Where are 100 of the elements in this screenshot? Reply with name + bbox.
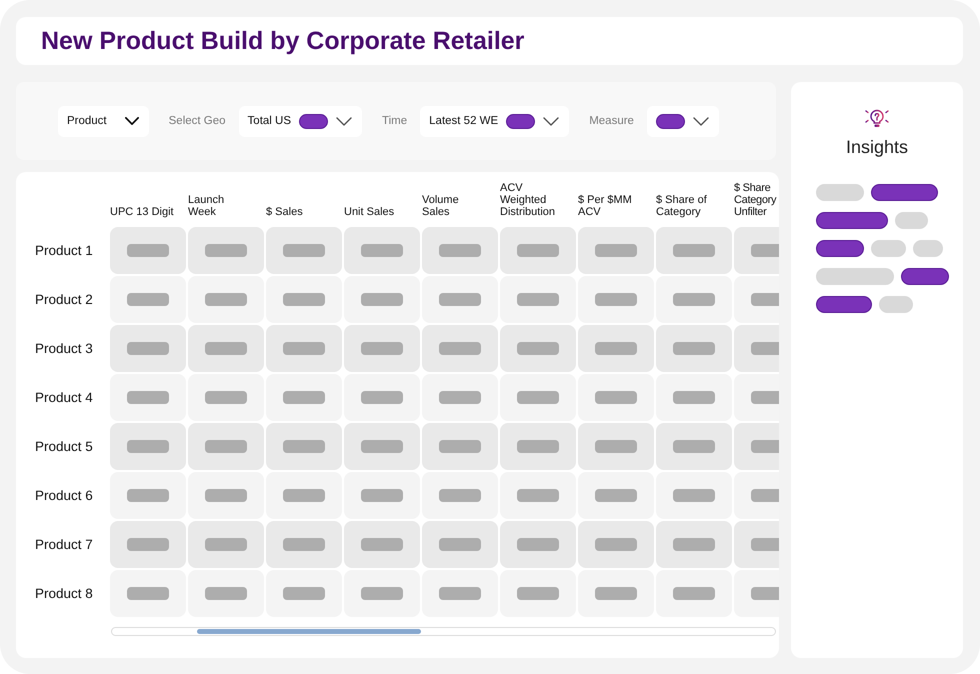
value-placeholder	[205, 440, 247, 453]
row-label: Product 5	[35, 439, 93, 454]
value-placeholder	[361, 489, 403, 502]
value-placeholder	[751, 489, 779, 502]
value-placeholder	[595, 538, 637, 551]
value-placeholder	[439, 440, 481, 453]
text-placeholder	[816, 240, 864, 257]
value-placeholder	[517, 293, 559, 306]
value-placeholder	[439, 587, 481, 600]
value-placeholder	[127, 538, 169, 551]
chevron-down-icon	[543, 116, 560, 126]
filter-label: Measure	[589, 115, 634, 127]
value-placeholder	[127, 293, 169, 306]
value-placeholder	[439, 293, 481, 306]
filter-label: Time	[382, 115, 408, 127]
lightbulb-icon	[865, 109, 889, 128]
scrollbar-track[interactable]	[111, 627, 776, 636]
text-placeholder	[901, 268, 949, 285]
text-placeholder	[871, 240, 906, 257]
column-header: Volume Sales	[422, 194, 459, 218]
value-placeholder	[361, 342, 403, 355]
filter-label: Select Geo	[168, 115, 226, 127]
value-placeholder	[361, 293, 403, 306]
column-header: Unit Sales	[344, 206, 394, 218]
value-placeholder	[127, 440, 169, 453]
filter-dropdown[interactable]: Total US	[238, 106, 362, 136]
value-placeholder	[439, 342, 481, 355]
column-header: $ Share of Category	[656, 194, 707, 218]
value-placeholder	[361, 244, 403, 257]
value-placeholder	[595, 440, 637, 453]
column-header: ACV Weighted Distribution	[500, 182, 556, 218]
value-placeholder	[517, 489, 559, 502]
filter-dropdown[interactable]: Product	[58, 106, 149, 136]
value-placeholder	[205, 293, 247, 306]
value-placeholder	[517, 244, 559, 257]
text-placeholder	[895, 212, 928, 229]
filter-dropdown[interactable]: Latest 52 WE	[420, 106, 570, 136]
value-placeholder	[595, 293, 637, 306]
value-placeholder	[673, 293, 715, 306]
chevron-down-icon	[124, 117, 139, 125]
value-placeholder	[283, 440, 325, 453]
text-placeholder	[816, 212, 888, 229]
value-placeholder	[751, 244, 779, 257]
value-placeholder	[751, 587, 779, 600]
value-placeholder	[283, 244, 325, 257]
value-placeholder	[517, 342, 559, 355]
value-placeholder	[361, 538, 403, 551]
value-placeholder	[517, 538, 559, 551]
chevron-down-icon	[692, 116, 709, 126]
column-header: $ Sales	[266, 206, 303, 218]
value-placeholder	[595, 587, 637, 600]
value-placeholder	[205, 489, 247, 502]
value-placeholder	[673, 391, 715, 404]
row-label: Product 6	[35, 488, 93, 503]
column-header: UPC 13 Digit	[110, 206, 174, 218]
value-placeholder	[673, 538, 715, 551]
filter-dropdown[interactable]	[646, 106, 719, 136]
text-placeholder	[816, 296, 872, 313]
value-placeholder	[517, 440, 559, 453]
text-placeholder	[871, 184, 938, 201]
text-placeholder	[816, 184, 864, 201]
row-label: Product 2	[35, 292, 93, 307]
value-placeholder	[283, 342, 325, 355]
value-placeholder	[283, 489, 325, 502]
value-placeholder	[439, 489, 481, 502]
chevron-down-icon	[336, 116, 352, 126]
value-placeholder	[673, 244, 715, 257]
value-placeholder	[127, 489, 169, 502]
value-placeholder	[127, 391, 169, 404]
value-placeholder	[439, 244, 481, 257]
row-label: Product 8	[35, 586, 93, 601]
value-placeholder	[751, 391, 779, 404]
value-placeholder	[361, 391, 403, 404]
value-placeholder	[205, 244, 247, 257]
value-placeholder	[439, 538, 481, 551]
value-placeholder	[751, 293, 779, 306]
value-placeholder	[517, 391, 559, 404]
value-placeholder	[205, 391, 247, 404]
value-placeholder	[673, 342, 715, 355]
value-placeholder	[361, 587, 403, 600]
column-header: $ Per $MM ACV	[578, 194, 632, 218]
value-placeholder	[595, 342, 637, 355]
value-placeholder	[361, 440, 403, 453]
scrollbar-thumb[interactable]	[196, 629, 421, 634]
value-placeholder	[751, 342, 779, 355]
value-placeholder	[127, 244, 169, 257]
value-placeholder	[751, 538, 779, 551]
text-placeholder	[913, 240, 943, 257]
insights-title: Insights	[846, 137, 908, 158]
value-placeholder	[283, 538, 325, 551]
value-placeholder	[595, 244, 637, 257]
value-placeholder	[127, 587, 169, 600]
value-placeholder	[439, 391, 481, 404]
row-label: Product 1	[35, 243, 93, 258]
value-placeholder	[283, 391, 325, 404]
value-placeholder	[517, 587, 559, 600]
value-placeholder	[673, 587, 715, 600]
value-placeholder	[283, 293, 325, 306]
row-label: Product 7	[35, 537, 93, 552]
value-placeholder	[673, 440, 715, 453]
